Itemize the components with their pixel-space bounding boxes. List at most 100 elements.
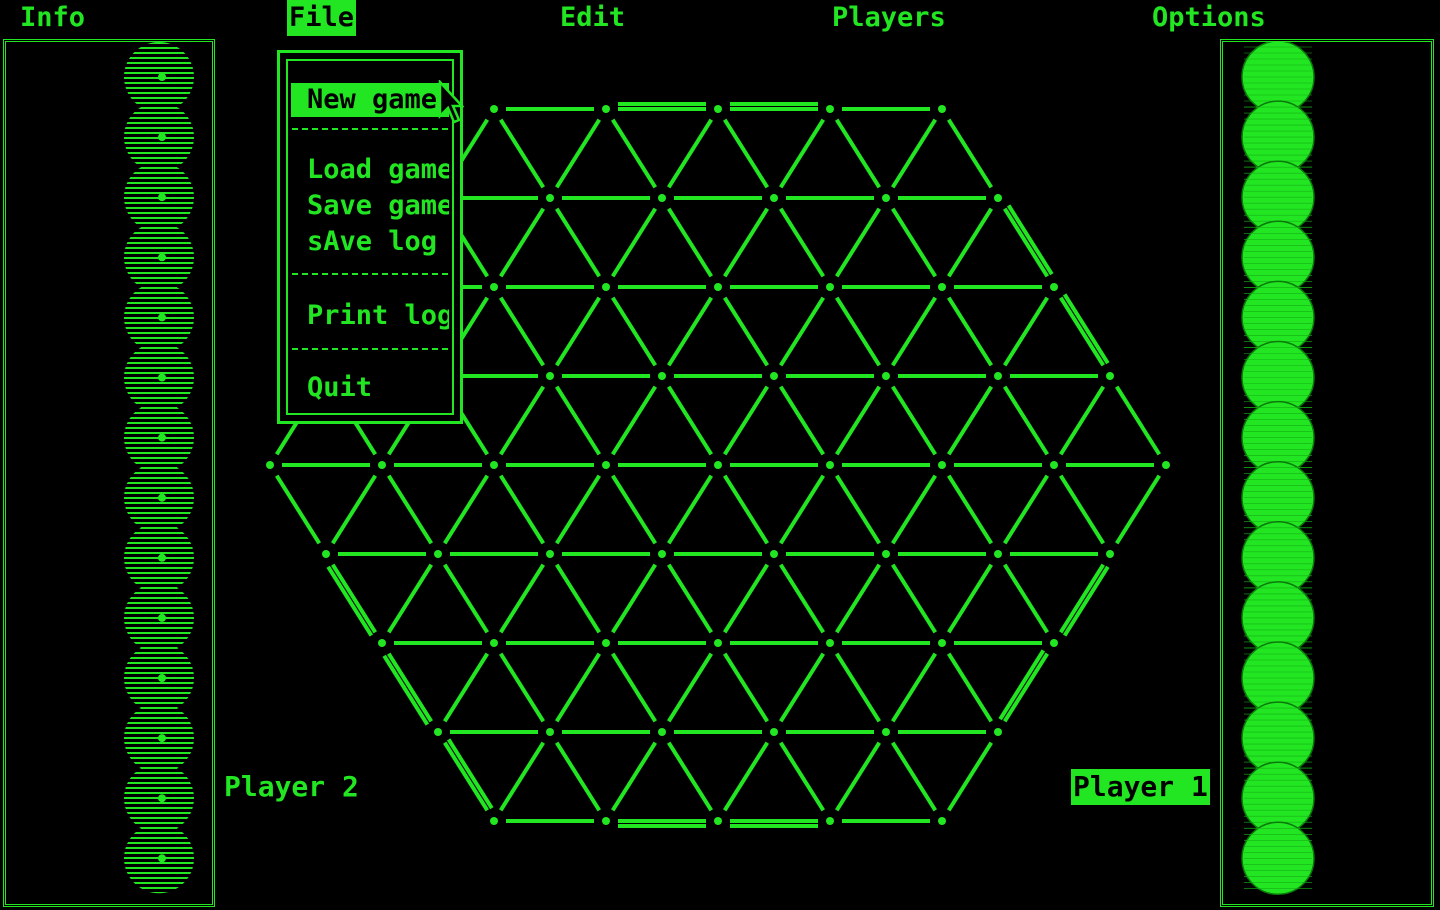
board-node xyxy=(658,194,666,202)
board-edge xyxy=(779,474,825,545)
board-node xyxy=(714,639,722,647)
board-edge xyxy=(555,385,601,456)
board-node xyxy=(938,283,946,291)
board-node xyxy=(490,105,498,113)
menu-separator xyxy=(292,128,448,130)
board-edge xyxy=(555,474,601,545)
board-edge xyxy=(947,385,993,456)
board-node xyxy=(826,639,834,647)
board-node xyxy=(714,461,722,469)
player1-label: Player 1 xyxy=(1071,769,1210,805)
board-node xyxy=(994,194,1002,202)
board-edge xyxy=(835,563,881,634)
board-edge xyxy=(779,652,825,723)
board-node xyxy=(882,550,890,558)
menu-item-new-game[interactable]: New game xyxy=(291,83,449,117)
board-edge xyxy=(443,741,489,812)
board-edge xyxy=(835,741,881,812)
file-dropdown-menu: New game Load game Save game sAve log Pr… xyxy=(277,50,463,424)
board-edge xyxy=(779,207,825,278)
board-edge xyxy=(1115,385,1161,456)
board-node xyxy=(658,728,666,736)
board-edge xyxy=(1003,207,1049,278)
menu-item-save-log[interactable]: sAve log xyxy=(291,225,449,259)
board-edge xyxy=(835,385,881,456)
menu-separator xyxy=(292,348,448,350)
board-edge xyxy=(611,118,657,189)
board-node xyxy=(938,817,946,825)
board-node xyxy=(994,550,1002,558)
board-edge xyxy=(891,296,937,367)
board-edge xyxy=(555,207,601,278)
board-edge xyxy=(1003,474,1049,545)
board-border xyxy=(326,565,374,637)
board-edge xyxy=(723,563,769,634)
board-edge xyxy=(891,652,937,723)
board-edge xyxy=(499,474,545,545)
board-node xyxy=(1050,461,1058,469)
board-edge xyxy=(443,652,489,723)
board-node xyxy=(714,817,722,825)
menu-item-print-log[interactable]: Print log xyxy=(291,299,449,333)
board-border xyxy=(1006,204,1054,276)
board-node xyxy=(826,817,834,825)
board-node xyxy=(938,639,946,647)
board-node xyxy=(770,550,778,558)
board-edge xyxy=(443,563,489,634)
board-node xyxy=(490,639,498,647)
menu-item-save-game[interactable]: Save game xyxy=(291,189,449,223)
menu-separator xyxy=(292,273,448,275)
board-edge xyxy=(1059,296,1105,367)
board-edge xyxy=(947,296,993,367)
board-node xyxy=(378,639,386,647)
board-edge xyxy=(891,207,937,278)
board-border xyxy=(1062,565,1110,637)
board-edge xyxy=(331,474,377,545)
board-edge xyxy=(611,474,657,545)
board-edge xyxy=(443,474,489,545)
game-board[interactable] xyxy=(0,0,1440,910)
board-node xyxy=(882,194,890,202)
board-node xyxy=(882,728,890,736)
board-node xyxy=(322,550,330,558)
board-edge xyxy=(891,385,937,456)
board-edge xyxy=(667,652,713,723)
board-edge xyxy=(555,118,601,189)
board-edge xyxy=(1003,563,1049,634)
board-edge xyxy=(387,563,433,634)
board-node xyxy=(1162,461,1170,469)
board-edge xyxy=(779,118,825,189)
board-border xyxy=(446,738,494,810)
board-edge xyxy=(611,207,657,278)
board-edge xyxy=(611,741,657,812)
board-edge xyxy=(499,207,545,278)
board-edge xyxy=(891,474,937,545)
menu-item-quit[interactable]: Quit xyxy=(291,371,449,405)
board-edge xyxy=(835,118,881,189)
board-node xyxy=(994,372,1002,380)
board-node xyxy=(938,105,946,113)
board-edge xyxy=(387,474,433,545)
board-edge xyxy=(891,563,937,634)
menu-item-load-game[interactable]: Load game xyxy=(291,153,449,187)
board-node xyxy=(602,461,610,469)
board-edge xyxy=(947,741,993,812)
board-border xyxy=(998,649,1046,721)
board-edge xyxy=(387,652,433,723)
board-node xyxy=(1106,372,1114,380)
board-edge xyxy=(275,474,321,545)
board-edge xyxy=(555,741,601,812)
board-edge xyxy=(723,741,769,812)
board-edge xyxy=(779,385,825,456)
board-node xyxy=(658,372,666,380)
board-edge xyxy=(779,296,825,367)
board-edge xyxy=(1003,385,1049,456)
board-node xyxy=(490,283,498,291)
board-node xyxy=(602,283,610,291)
board-node xyxy=(882,372,890,380)
board-edge xyxy=(667,563,713,634)
board-edge xyxy=(667,207,713,278)
board-node xyxy=(826,283,834,291)
board-edge xyxy=(1003,296,1049,367)
board-node xyxy=(658,550,666,558)
